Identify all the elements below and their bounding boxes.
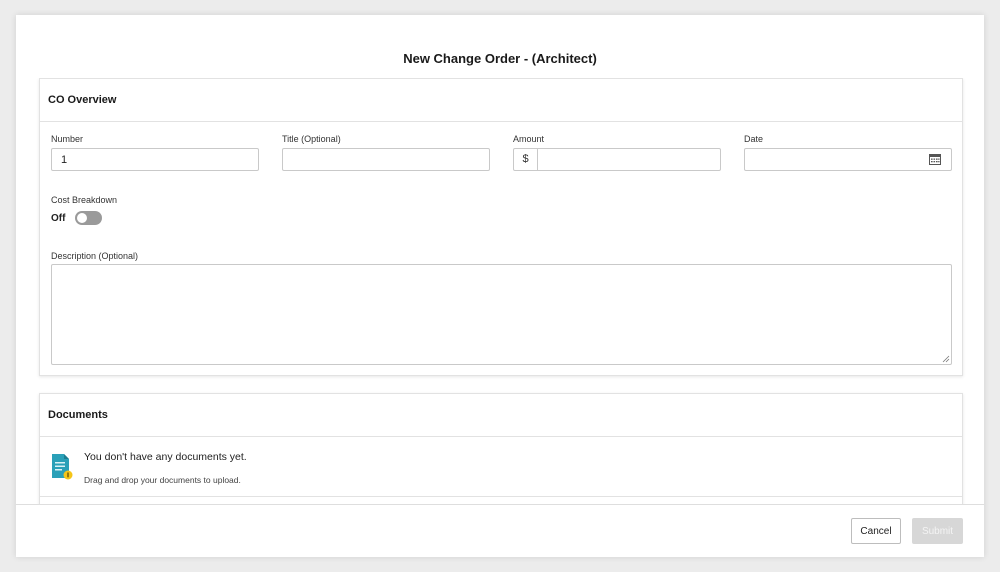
cost-breakdown-label: Cost Breakdown [51,195,118,205]
submit-button[interactable]: Submit [912,518,963,544]
empty-state-title: You don't have any documents yet. [84,451,247,463]
date-input[interactable] [744,148,952,171]
documents-header: Documents [40,394,962,437]
title-label: Title (Optional) [282,134,341,144]
amount-input[interactable]: $ [513,148,721,171]
change-order-modal: New Change Order - (Architect) CO Overvi… [16,15,984,557]
document-upload-icon [52,454,73,480]
calendar-icon[interactable] [929,154,941,165]
co-overview-header: CO Overview [40,79,962,122]
date-label: Date [744,134,764,144]
cost-breakdown-toggle[interactable] [75,211,102,225]
description-label: Description (Optional) [51,251,139,261]
documents-card: Documents You don't have any documents y… [39,393,963,504]
number-input[interactable]: 1 [51,148,259,171]
cost-breakdown-state: Off [51,213,66,224]
cancel-button[interactable]: Cancel [851,518,901,544]
documents-dropzone[interactable]: You don't have any documents yet. Drag a… [40,437,962,497]
amount-label: Amount [513,134,545,144]
empty-state-subtitle: Drag and drop your documents to upload. [84,475,241,485]
toggle-knob [77,213,87,223]
number-label: Number [51,134,84,144]
description-textarea[interactable] [51,264,952,365]
co-overview-card: CO Overview Number 1 Title (Optional) Am… [39,78,963,376]
resize-handle-icon[interactable] [942,355,950,363]
modal-footer: Cancel Submit [16,504,984,557]
currency-prefix: $ [514,149,538,170]
modal-body[interactable]: CO Overview Number 1 Title (Optional) Am… [16,78,984,504]
modal-title: New Change Order - (Architect) [403,51,597,66]
title-input[interactable] [282,148,490,171]
